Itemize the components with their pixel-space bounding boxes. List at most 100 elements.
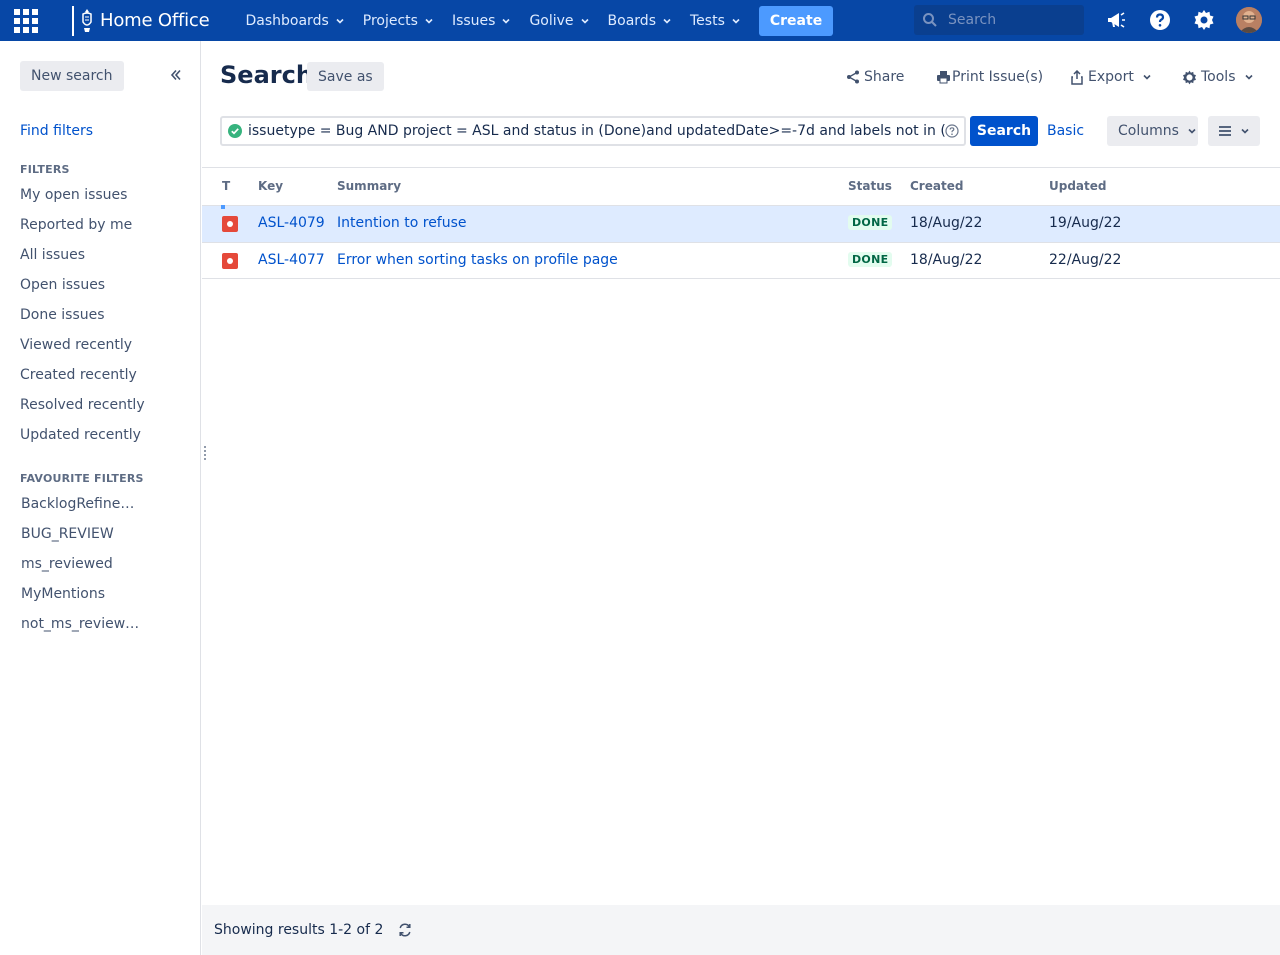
user-avatar[interactable] xyxy=(1236,7,1262,33)
export-label: Export xyxy=(1088,69,1134,85)
filter-updated-recently[interactable]: Updated recently xyxy=(20,427,141,443)
table-row[interactable]: ASL-4077 Error when sorting tasks on pro… xyxy=(202,242,1280,279)
filter-resolved-recently[interactable]: Resolved recently xyxy=(20,397,145,413)
jql-query-text[interactable]: issuetype = Bug AND project = ASL and st… xyxy=(248,123,945,139)
chevron-down-icon xyxy=(580,18,589,24)
status-badge: DONE xyxy=(848,215,893,230)
settings-button[interactable] xyxy=(1192,8,1216,32)
favourite-filter[interactable]: BacklogRefineM… xyxy=(21,496,141,512)
filter-all-issues[interactable]: All issues xyxy=(20,247,85,263)
filters-heading: FILTERS xyxy=(20,163,70,176)
new-search-button[interactable]: New search xyxy=(20,61,124,91)
search-button[interactable]: Search xyxy=(970,116,1038,146)
favourite-filter[interactable]: BUG_REVIEW xyxy=(21,526,114,542)
chevron-down-icon xyxy=(1188,128,1196,134)
filter-my-open-issues[interactable]: My open issues xyxy=(20,187,127,203)
save-as-button[interactable]: Save as xyxy=(307,62,384,91)
gear-icon xyxy=(1183,70,1196,84)
results-footer: Showing results 1-2 of 2 xyxy=(202,905,1280,955)
refresh-icon[interactable] xyxy=(397,922,413,938)
create-button[interactable]: Create xyxy=(758,5,834,36)
printer-icon xyxy=(937,71,950,84)
global-search[interactable] xyxy=(914,5,1084,35)
chevron-down-icon xyxy=(502,18,511,24)
help-icon xyxy=(1150,10,1170,30)
nav-label: Tests xyxy=(690,12,725,29)
favourite-filter[interactable]: not_ms_reviewed xyxy=(21,616,141,632)
nav-tests[interactable]: Tests xyxy=(690,0,741,41)
nav-issues[interactable]: Issues xyxy=(452,0,512,41)
share-button[interactable]: Share xyxy=(846,65,904,89)
nav-label: Projects xyxy=(362,12,418,29)
issue-key-link[interactable]: ASL-4079 xyxy=(258,215,325,231)
export-button[interactable]: Export xyxy=(1070,65,1152,89)
global-search-input[interactable] xyxy=(948,12,1068,28)
app-grid-icon xyxy=(14,8,38,33)
chevron-down-icon xyxy=(732,18,740,24)
share-icon xyxy=(847,70,859,84)
nav-golive[interactable]: Golive xyxy=(529,0,589,41)
filter-open-issues[interactable]: Open issues xyxy=(20,277,105,293)
tools-label: Tools xyxy=(1201,69,1236,85)
notifications-button[interactable] xyxy=(1104,8,1128,32)
chevron-down-icon xyxy=(336,18,344,24)
row-focus-marker xyxy=(221,205,225,209)
main-nav: Dashboards Projects Issues Golive Boards… xyxy=(246,0,834,41)
updated-date: 22/Aug/22 xyxy=(1049,252,1122,268)
favourite-filters-heading: FAVOURITE FILTERS xyxy=(20,472,144,485)
column-header-created[interactable]: Created xyxy=(910,179,963,193)
column-header-key[interactable]: Key xyxy=(258,179,283,193)
collapse-sidebar-icon[interactable] xyxy=(168,67,184,83)
column-header-status[interactable]: Status xyxy=(848,179,892,193)
share-label: Share xyxy=(864,69,905,85)
favourite-filter[interactable]: ms_reviewed xyxy=(21,556,113,572)
view-switcher-button[interactable] xyxy=(1208,116,1260,146)
brand-name: Home Office xyxy=(100,10,210,31)
column-header-type[interactable]: T xyxy=(222,179,230,193)
bug-icon xyxy=(222,216,238,232)
filter-reported-by-me[interactable]: Reported by me xyxy=(20,217,132,233)
syntax-help-icon[interactable] xyxy=(945,124,959,138)
column-header-updated[interactable]: Updated xyxy=(1049,179,1107,193)
chevron-down-icon xyxy=(1241,128,1249,134)
logo-divider xyxy=(72,5,74,36)
search-main: Search Save as Share Print Issue(s) Expo… xyxy=(202,41,1280,955)
user-avatar-icon xyxy=(1236,7,1262,33)
issue-key-link[interactable]: ASL-4077 xyxy=(258,252,325,268)
jql-query-field[interactable]: issuetype = Bug AND project = ASL and st… xyxy=(220,116,966,146)
column-header-summary[interactable]: Summary xyxy=(337,179,401,193)
table-header: T Key Summary Status Created Updated xyxy=(202,179,1280,205)
valid-query-icon xyxy=(228,124,242,138)
filter-done-issues[interactable]: Done issues xyxy=(20,307,105,323)
help-button[interactable] xyxy=(1148,8,1172,32)
tools-button[interactable]: Tools xyxy=(1182,65,1254,89)
list-view-icon xyxy=(1219,126,1231,136)
basic-mode-link[interactable]: Basic xyxy=(1047,123,1084,139)
chevron-down-icon xyxy=(1143,74,1151,80)
chevron-down-icon xyxy=(663,18,671,24)
print-issues-button[interactable]: Print Issue(s) xyxy=(936,65,1043,89)
favourite-filter[interactable]: MyMentions xyxy=(21,586,105,602)
nav-dashboards[interactable]: Dashboards xyxy=(246,0,345,41)
bug-icon xyxy=(222,253,238,269)
status-badge: DONE xyxy=(848,252,893,267)
created-date: 18/Aug/22 xyxy=(910,215,983,231)
nav-projects[interactable]: Projects xyxy=(363,0,434,41)
find-filters-link[interactable]: Find filters xyxy=(20,123,93,139)
columns-label: Columns xyxy=(1118,123,1179,139)
chevron-down-icon xyxy=(425,18,433,24)
table-row[interactable]: ASL-4079 Intention to refuse DONE 18/Aug… xyxy=(202,205,1280,242)
filter-created-recently[interactable]: Created recently xyxy=(20,367,137,383)
filter-viewed-recently[interactable]: Viewed recently xyxy=(20,337,132,353)
nav-boards[interactable]: Boards xyxy=(608,0,672,41)
issue-summary-link[interactable]: Error when sorting tasks on profile page xyxy=(337,252,618,268)
nav-label: Dashboards xyxy=(245,12,329,29)
print-issues-label: Print Issue(s) xyxy=(952,69,1044,85)
home-office-logo[interactable]: Home Office xyxy=(52,0,210,41)
export-icon xyxy=(1071,69,1083,85)
crest-icon xyxy=(82,8,92,32)
columns-button[interactable]: Columns xyxy=(1107,116,1198,146)
app-switcher-button[interactable] xyxy=(0,0,52,41)
issue-summary-link[interactable]: Intention to refuse xyxy=(337,215,467,231)
results-count: Showing results 1-2 of 2 xyxy=(214,922,384,938)
